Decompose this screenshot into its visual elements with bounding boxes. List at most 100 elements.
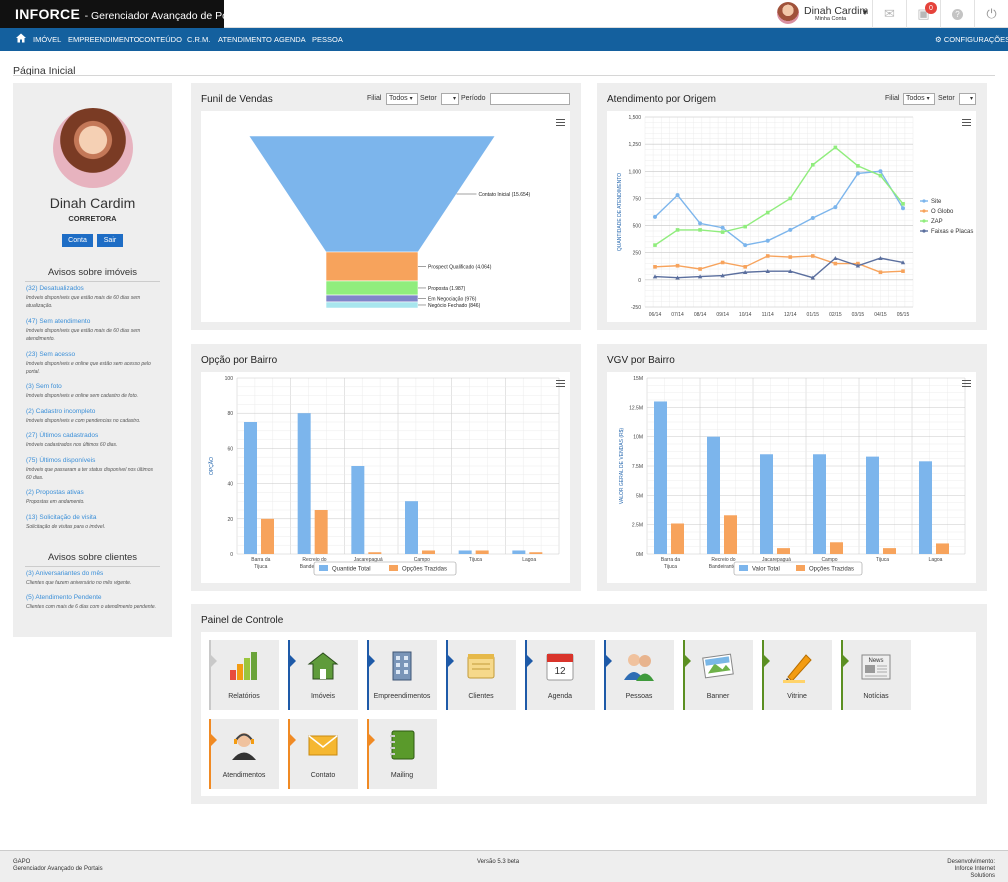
- series-point: [901, 202, 905, 206]
- legend-marker: [922, 199, 926, 203]
- nav-agenda[interactable]: AGENDA: [274, 35, 306, 44]
- notifications-button[interactable]: ▣ 0: [906, 0, 940, 28]
- funnel-label: Proposta (1.987): [428, 286, 466, 292]
- funnel-segment: [325, 251, 419, 282]
- footer-version: Versão 5.3 beta: [477, 859, 520, 865]
- tile-label: Relatórios: [228, 693, 260, 700]
- series-point: [878, 169, 883, 174]
- atendimento-setor-select[interactable]: ▾: [959, 93, 976, 105]
- series-point: [901, 269, 905, 273]
- aviso-description: Propostas em andamento.: [26, 499, 85, 506]
- atendimento-filial-select[interactable]: Todos ▾: [903, 93, 935, 105]
- vgv-chart-area: 0M 2.5M 5M 7.5M 10M 12.5M 15M VALOR GERAL DE VE…: [607, 372, 976, 583]
- tile-mailing[interactable]: Mailing: [367, 719, 437, 789]
- legend-marker: [922, 219, 926, 223]
- x-tick-label: 10/14: [739, 312, 752, 318]
- bar: [368, 552, 382, 554]
- tile-banner[interactable]: Banner: [683, 640, 753, 710]
- tile-atendimentos[interactable]: Atendimentos: [209, 719, 279, 789]
- painel-card: Painel de Controle Relatórios Imóveis Empr…: [191, 604, 987, 804]
- tile-pessoas[interactable]: Pessoas: [604, 640, 674, 710]
- aviso-link[interactable]: (75) Últimos disponíveis: [26, 457, 161, 464]
- mail-button[interactable]: ✉: [872, 0, 906, 28]
- series-point: [743, 265, 747, 269]
- tile-empreendimentos[interactable]: Empreendimentos: [367, 640, 437, 710]
- aviso-link[interactable]: (2) Propostas ativas: [26, 489, 161, 496]
- nav-imovel[interactable]: IMÓVEL: [33, 35, 61, 44]
- series-point: [833, 261, 838, 266]
- footer-dev-label: Desenvolvimento:: [947, 859, 995, 865]
- logout-button[interactable]: ⏻: [974, 0, 1008, 28]
- painel-area: Relatórios Imóveis Empreendimentos Clientes…: [201, 632, 976, 796]
- painel-title: Painel de Controle: [201, 615, 284, 626]
- series-point: [901, 206, 905, 211]
- tile-arrow: [211, 734, 217, 746]
- nav-pessoa[interactable]: PESSOA: [312, 35, 343, 44]
- nav-conteudo[interactable]: CONTEÚDO: [139, 35, 182, 44]
- aviso-link[interactable]: (13) Solicitação de visita: [26, 514, 161, 521]
- footer: GAPO Gerenciador Avançado de Portais Vers…: [0, 850, 1008, 882]
- opcao-menu-icon[interactable]: [556, 380, 565, 387]
- bar: [654, 401, 667, 554]
- opcao-title: Opção por Bairro: [201, 355, 278, 366]
- tile-arrow: [527, 655, 533, 667]
- series-point: [833, 145, 838, 150]
- vgv-menu-icon[interactable]: [962, 380, 971, 387]
- funil-periodo-input[interactable]: [490, 93, 570, 105]
- x-tick-label: 02/15: [829, 312, 842, 318]
- series-point: [653, 265, 657, 269]
- series-point: [675, 193, 680, 198]
- footer-gapo: GAPO: [13, 859, 31, 865]
- tile-label: Banner: [706, 693, 730, 700]
- tile-label: Empreendimentos: [373, 693, 431, 700]
- aviso-link[interactable]: (3) Aniversariantes do mês: [26, 570, 161, 577]
- tile-relatórios[interactable]: Relatórios: [209, 640, 279, 710]
- user-menu[interactable]: Dinah Cardim Minha Conta ▼: [777, 2, 872, 26]
- bar: [297, 413, 311, 554]
- nav-configuracoes[interactable]: ⚙ CONFIGURAÇÕES: [935, 35, 1008, 44]
- atendimento-setor-label: Setor: [938, 95, 955, 102]
- aviso-link[interactable]: (27) Últimos cadastrados: [26, 432, 161, 439]
- series-line: [654, 255, 904, 273]
- funil-menu-icon[interactable]: [556, 119, 565, 126]
- bar: [936, 543, 949, 554]
- x-tick-label: 03/15: [852, 312, 865, 318]
- bar: [866, 456, 879, 554]
- home-icon[interactable]: [16, 33, 26, 43]
- tile-notícias[interactable]: News Notícias: [841, 640, 911, 710]
- account-button[interactable]: Conta: [62, 234, 93, 247]
- app-logo[interactable]: INFORCE - Gerenciador Avançado de Portai…: [0, 0, 248, 28]
- funil-setor-select[interactable]: ▾: [441, 93, 459, 105]
- nav-atendimento[interactable]: ATENDIMENTO: [218, 35, 272, 44]
- nav-empreendimento[interactable]: EMPREENDIMENTO: [68, 35, 140, 44]
- y-axis-label: QUANTIDADE DE ATENDIMENTO: [617, 173, 623, 251]
- aviso-link[interactable]: (5) Atendimento Pendente: [26, 594, 161, 601]
- aviso-link[interactable]: (32) Desatualizados: [26, 285, 161, 292]
- atendimento-menu-icon[interactable]: [962, 119, 971, 126]
- x-tick-label: 06/14: [649, 312, 662, 318]
- funil-filial-select[interactable]: Todos ▾: [386, 93, 418, 105]
- brand-name: INFORCE: [15, 6, 81, 22]
- aviso-link[interactable]: (2) Cadastro incompleto: [26, 408, 161, 415]
- funnel-segment: [325, 294, 419, 303]
- tile-contato[interactable]: Contato: [288, 719, 358, 789]
- y-tick-label: 0: [230, 552, 233, 558]
- tile-clientes[interactable]: Clientes: [446, 640, 516, 710]
- tile-agenda[interactable]: 12 Agenda: [525, 640, 595, 710]
- brand-subtitle: - Gerenciador Avançado de Portais: [84, 10, 248, 22]
- legend-label: Site: [931, 199, 942, 205]
- aviso-link[interactable]: (47) Sem atendimento: [26, 318, 161, 325]
- series-point: [720, 260, 725, 265]
- bar: [724, 515, 737, 554]
- tile-vitrine[interactable]: Vitrine: [762, 640, 832, 710]
- building-icon: [384, 648, 420, 684]
- nav-crm[interactable]: C.R.M.: [187, 35, 210, 44]
- help-button[interactable]: ?: [940, 0, 974, 28]
- aviso-link[interactable]: (23) Sem acesso: [26, 351, 161, 358]
- aviso-link[interactable]: (3) Sem foto: [26, 383, 161, 390]
- legend-label: Faixas e Placas: [931, 229, 973, 235]
- tile-arrow: [211, 655, 217, 667]
- y-tick-label: 1,000: [628, 169, 641, 175]
- tile-imóveis[interactable]: Imóveis: [288, 640, 358, 710]
- exit-button[interactable]: Sair: [97, 234, 123, 247]
